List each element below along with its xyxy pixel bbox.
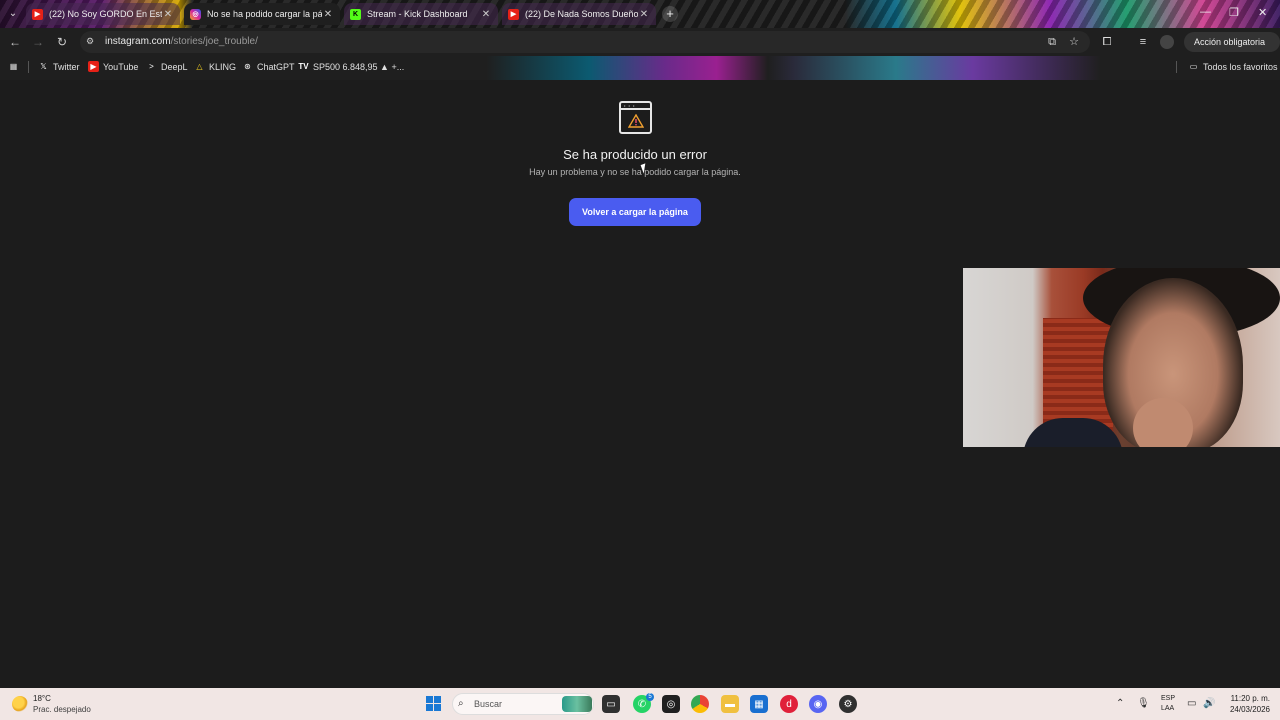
show-hidden-icons-icon[interactable]: ⌃	[1116, 698, 1124, 709]
instagram-icon: ◎	[190, 8, 201, 20]
avatar[interactable]	[1160, 35, 1174, 49]
chatgpt-icon: ⊛	[244, 62, 251, 71]
reload-icon[interactable]: ↻	[54, 34, 70, 50]
youtube-icon: ▶	[508, 8, 519, 20]
language-indicator[interactable]: ESP	[1161, 695, 1175, 702]
clock-date[interactable]: 24/03/2026	[1224, 705, 1270, 714]
microphone-icon[interactable]: 🎙	[1137, 698, 1150, 709]
tab-instagram[interactable]: ◎ No se ha podido cargar la página ✕	[184, 3, 340, 25]
tradingview-icon: TV	[298, 62, 309, 71]
reading-list-icon[interactable]: ≡	[1136, 35, 1150, 49]
close-tab-icon[interactable]: ✕	[638, 9, 650, 20]
install-app-icon[interactable]: ⧉	[1045, 35, 1059, 49]
task-view-icon[interactable]: ▭	[602, 695, 620, 713]
app-red-icon[interactable]: d	[780, 695, 798, 713]
action-required-button[interactable]: Acción obligatoria ⋮	[1184, 32, 1280, 67]
screen: ⌄ ▶ (22) No Soy GORDO En Estados... ✕ ◎ …	[0, 0, 1280, 720]
weather-temperature[interactable]: 18°C	[33, 694, 51, 703]
weather-icon[interactable]	[12, 696, 28, 712]
whatsapp-badge: 5	[646, 693, 654, 701]
back-icon[interactable]: ←	[7, 34, 23, 50]
webcam-overlay	[963, 268, 1280, 447]
bookmark-deepl[interactable]: > DeepL	[146, 61, 187, 72]
close-tab-icon[interactable]: ✕	[322, 9, 334, 20]
search-icon: ⌕	[458, 698, 464, 709]
obs-icon[interactable]: ◎	[662, 695, 680, 713]
clock-time[interactable]: 11:20 p. m.	[1224, 694, 1270, 703]
browser-error-icon: • • •	[619, 101, 652, 134]
restore-icon[interactable]: ❐	[1229, 6, 1239, 19]
folder-icon: ▭	[1189, 62, 1198, 71]
weather-description[interactable]: Prac. despejado	[33, 705, 91, 714]
bookmark-kling[interactable]: △ KLING	[194, 61, 236, 72]
minimize-icon[interactable]: —	[1200, 6, 1211, 18]
error-title: Se ha producido un error	[563, 147, 707, 162]
site-info-icon[interactable]: ⚙	[86, 36, 98, 48]
network-icon[interactable]: ▭	[1187, 698, 1196, 709]
bookmark-youtube[interactable]: ▶ YouTube	[88, 61, 138, 72]
bookmarks-divider	[28, 61, 29, 73]
keyboard-layout[interactable]: LAA	[1161, 705, 1174, 712]
bookmark-sp500[interactable]: TV SP500 6.848,95 ▲ +...	[298, 61, 404, 72]
kling-icon: △	[196, 62, 203, 71]
youtube-icon: ▶	[88, 61, 99, 72]
tab-title: Stream - Kick Dashboard	[367, 9, 468, 19]
tab-title: (22) No Soy GORDO En Estados...	[49, 9, 162, 19]
apps-icon[interactable]: ▦	[8, 61, 23, 72]
chrome-icon[interactable]	[691, 695, 709, 713]
error-subtitle: Hay un problema y no se ha podido cargar…	[529, 167, 741, 177]
forward-icon[interactable]: →	[30, 34, 46, 50]
microsoft-store-icon[interactable]: ▦	[750, 695, 768, 713]
youtube-icon: ▶	[32, 8, 43, 20]
x-icon: 𝕏	[40, 62, 47, 71]
bookmark-twitter[interactable]: 𝕏 Twitter	[38, 61, 79, 72]
app-dark-icon[interactable]: ⚙	[839, 695, 857, 713]
discord-icon[interactable]: ◉	[809, 695, 827, 713]
search-placeholder: Buscar	[474, 699, 503, 709]
bookmarks-divider	[1176, 61, 1177, 73]
bookmark-star-icon[interactable]: ☆	[1067, 35, 1081, 49]
bookmarks-bar	[0, 56, 1280, 80]
close-window-icon[interactable]: ✕	[1258, 6, 1267, 19]
close-tab-icon[interactable]: ✕	[162, 9, 174, 20]
url-text[interactable]: instagram.com/stories/joe_trouble/	[105, 36, 258, 47]
reload-page-button[interactable]: Volver a cargar la página	[569, 198, 701, 226]
deepl-icon: >	[149, 62, 154, 71]
kick-icon: K	[350, 8, 361, 20]
tab-kick[interactable]: K Stream - Kick Dashboard ✕	[344, 3, 498, 25]
all-bookmarks-folder[interactable]: ▭ Todos los favoritos	[1188, 61, 1278, 72]
tab-youtube-2[interactable]: ▶ (22) De Nada Somos Dueños ✕	[502, 3, 656, 25]
windows-start-icon[interactable]	[426, 696, 441, 711]
search-highlight-image	[562, 696, 592, 712]
close-tab-icon[interactable]: ✕	[480, 9, 492, 20]
bookmark-chatgpt[interactable]: ⊛ ChatGPT	[242, 61, 294, 72]
tab-title: No se ha podido cargar la página	[207, 9, 322, 19]
new-tab-button[interactable]: +	[662, 6, 678, 22]
tab-youtube-1[interactable]: ▶ (22) No Soy GORDO En Estados... ✕	[26, 3, 180, 25]
file-explorer-icon[interactable]: ▬	[721, 695, 739, 713]
tab-search-icon[interactable]: ⌄	[6, 7, 20, 21]
volume-icon[interactable]: 🔊	[1203, 698, 1215, 709]
extensions-icon[interactable]: ⧠	[1100, 35, 1114, 49]
tab-title: (22) De Nada Somos Dueños	[525, 9, 638, 19]
